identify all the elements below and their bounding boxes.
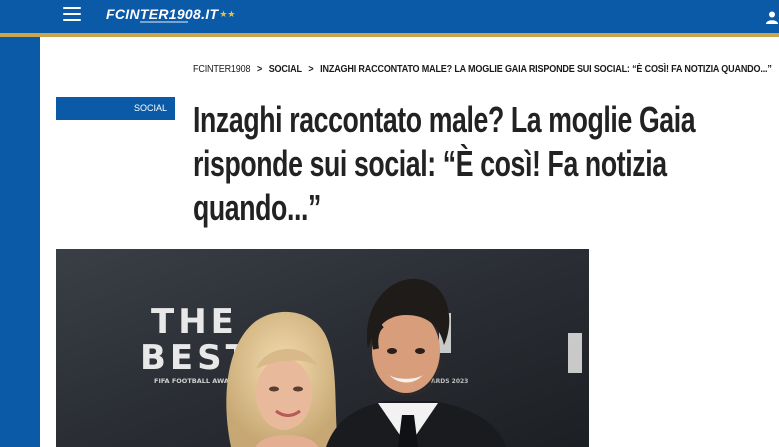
breadcrumb: FCINTER1908 > SOCIAL > INZAGHI RACCONTAT… <box>193 63 772 77</box>
article-title-line: risponde sui social: “È così! Fa notizia <box>193 143 667 184</box>
breadcrumb-home-link[interactable]: FCINTER1908 <box>193 63 250 75</box>
backdrop-text: THE <box>151 302 238 342</box>
logo-stars: ★★ <box>219 9 236 19</box>
user-icon[interactable] <box>765 10 779 24</box>
logo-underline <box>140 21 188 23</box>
breadcrumb-current-page: INZAGHI RACCONTATO MALE? LA MOGLIE GAIA … <box>320 63 772 75</box>
article-title: Inzaghi raccontato male? La moglie Gaia … <box>193 98 755 230</box>
top-navigation-bar: FCINTER1908.IT ★★ <box>0 0 779 33</box>
article-title-line: Inzaghi raccontato male? La moglie Gaia <box>193 99 696 140</box>
category-tag[interactable]: SOCIAL <box>56 97 175 120</box>
hamburger-menu-icon[interactable] <box>63 7 81 23</box>
backdrop-caption: ARDS 2023 <box>431 378 468 385</box>
header-gold-stripe <box>0 33 779 37</box>
left-brand-column <box>0 37 40 447</box>
breadcrumb-separator: > <box>308 63 314 75</box>
breadcrumb-separator: > <box>256 63 263 75</box>
site-logo[interactable]: FCINTER1908.IT ★★ <box>106 7 235 27</box>
breadcrumb-section-link[interactable]: SOCIAL <box>269 63 302 75</box>
logo-text: FCINTER1908.IT <box>106 6 219 22</box>
article-title-line: quando...” <box>193 187 322 228</box>
article-hero-image: THE BEST FIFA FOOTBALL AWARDS ARDS 2023 <box>56 249 589 447</box>
